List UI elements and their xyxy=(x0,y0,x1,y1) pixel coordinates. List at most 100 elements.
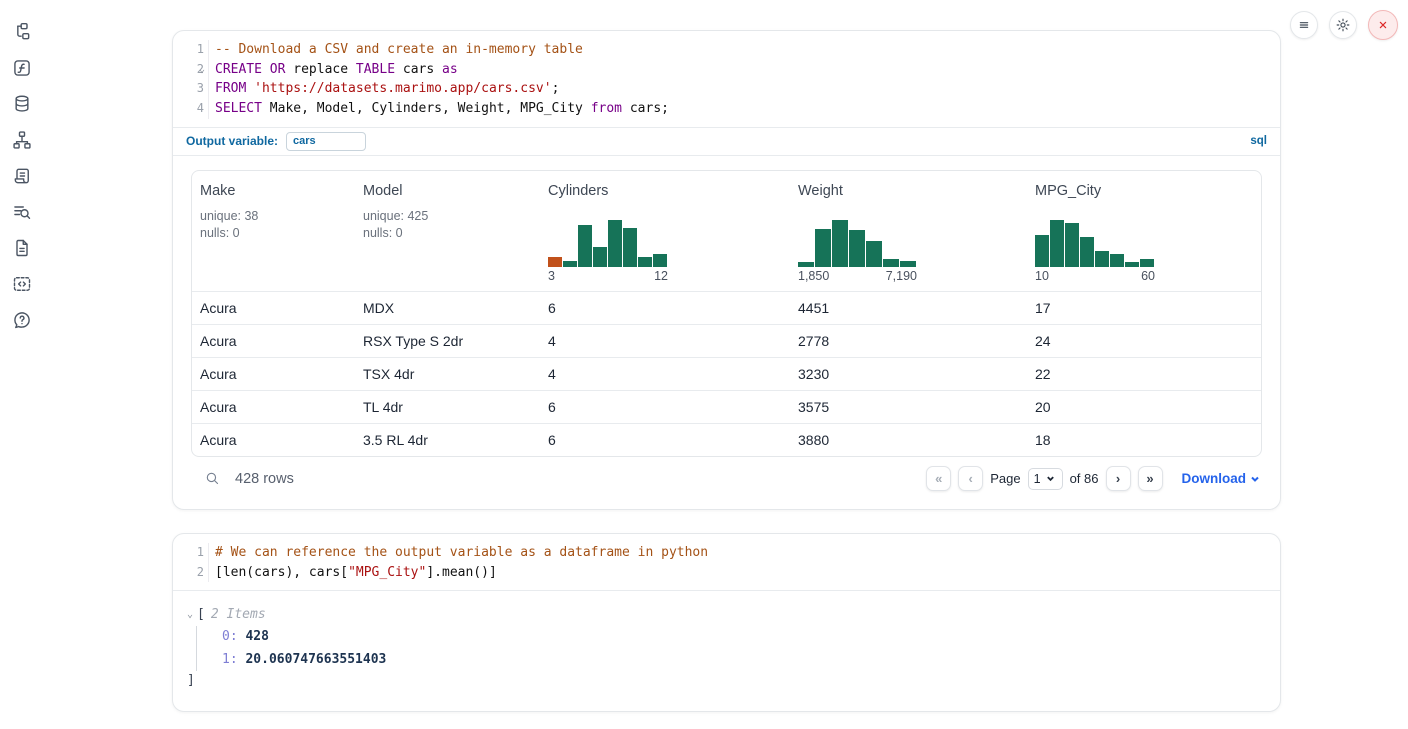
code-line: 1 # We can reference the output variable … xyxy=(173,543,1280,563)
help-icon[interactable] xyxy=(12,310,32,330)
shutdown-icon[interactable] xyxy=(1368,10,1398,40)
snippets-icon[interactable] xyxy=(12,274,32,294)
code-token: "MPG_City" xyxy=(348,565,426,580)
table-row[interactable]: AcuraTSX 4dr4323022 xyxy=(192,357,1261,390)
column-histogram: 312 xyxy=(548,220,782,283)
table-row[interactable]: AcuraTL 4dr6357520 xyxy=(192,390,1261,423)
sql-output: Makeunique: 38nulls: 0 Model unique: 425nu… xyxy=(173,156,1280,499)
code-token: cars xyxy=(395,62,442,77)
axis-max-label: 60 xyxy=(1141,269,1155,283)
histogram-bar xyxy=(798,262,814,267)
file-tree-icon[interactable] xyxy=(12,22,32,42)
column-stats: unique: 425nulls: 0 xyxy=(363,208,532,242)
histogram-bar xyxy=(593,247,607,267)
sql-code-editor[interactable]: 1 -- Download a CSV and create an in-memo… xyxy=(173,31,1280,127)
prev-page-button[interactable]: ‹ xyxy=(958,466,983,491)
search-icon[interactable] xyxy=(199,466,225,492)
first-page-button[interactable]: « xyxy=(926,466,951,491)
documentation-icon[interactable] xyxy=(12,238,32,258)
line-number: 3 xyxy=(173,79,209,99)
line-number: 2 xyxy=(173,563,209,583)
table-cell: 6 xyxy=(540,391,790,423)
column-header-Cylinders[interactable]: Cylinders 312 xyxy=(540,171,790,291)
table-row[interactable]: Acura3.5 RL 4dr6388018 xyxy=(192,423,1261,456)
histogram-axis-labels: 1,8507,190 xyxy=(798,269,917,283)
code-text: FROM 'https://datasets.marimo.app/cars.c… xyxy=(209,79,559,99)
code-token: FROM xyxy=(215,81,246,96)
sql-cell: 1 -- Download a CSV and create an in-memo… xyxy=(172,30,1281,510)
histogram-bars xyxy=(548,220,782,267)
database-icon[interactable] xyxy=(12,94,32,114)
table-footer: 428 rows « ‹ Page 1 of 86 › » Download xyxy=(191,459,1262,499)
table-cell: 18 xyxy=(1027,424,1261,456)
table-cell: 6 xyxy=(540,292,790,324)
table-cell: 2778 xyxy=(790,325,1027,357)
column-header-Weight[interactable]: Weight 1,8507,190 xyxy=(790,171,1027,291)
page-select-value: 1 xyxy=(1034,472,1041,486)
scratchpad-icon[interactable] xyxy=(12,166,32,186)
code-token xyxy=(246,81,254,96)
code-token: cars; xyxy=(622,101,669,116)
code-line: 2 [len(cars), cars["MPG_City"].mean()] xyxy=(173,563,1280,583)
line-number: 2⌄ xyxy=(173,60,209,80)
histogram-bar xyxy=(1065,223,1079,267)
column-header-Model[interactable]: Model unique: 425nulls: 0 xyxy=(355,171,540,291)
column-name: Weight xyxy=(798,183,1019,199)
download-button[interactable]: Download xyxy=(1182,471,1261,486)
table-cell: Acura xyxy=(192,424,355,456)
code-text: CREATE OR replace TABLE cars as xyxy=(209,60,458,80)
settings-icon[interactable] xyxy=(1329,11,1357,39)
python-output-tree: ⌄ [ 2 Items 0: 4281: 20.060747663551403 … xyxy=(173,591,1280,691)
page-label: Page xyxy=(990,471,1020,486)
collapse-chevron-icon[interactable]: ⌄ xyxy=(187,604,193,626)
code-text: # We can reference the output variable a… xyxy=(209,543,708,563)
sidebar xyxy=(0,0,44,729)
menu-icon[interactable] xyxy=(1290,11,1318,39)
histogram-bar xyxy=(866,241,882,267)
code-token: -- Download a CSV and create an in-memor… xyxy=(215,42,583,57)
code-token: replace xyxy=(285,62,355,77)
language-badge[interactable]: sql xyxy=(1250,135,1267,147)
python-code-editor[interactable]: 1 # We can reference the output variable … xyxy=(173,534,1280,590)
axis-min-label: 1,850 xyxy=(798,269,829,283)
table-cell: 24 xyxy=(1027,325,1261,357)
column-histogram: 1,8507,190 xyxy=(798,220,1019,283)
code-token: ].mean()] xyxy=(426,565,496,580)
column-header-Make[interactable]: Makeunique: 38nulls: 0 xyxy=(192,171,355,291)
line-number: 1 xyxy=(173,543,209,563)
output-variable-input[interactable] xyxy=(286,132,366,151)
table-cell: 4 xyxy=(540,358,790,390)
dependency-graph-icon[interactable] xyxy=(12,130,32,150)
next-page-button[interactable]: › xyxy=(1106,466,1131,491)
open-bracket: [ xyxy=(197,604,205,626)
stat-line: unique: 425 xyxy=(363,208,532,225)
code-line: 4SELECT Make, Model, Cylinders, Weight, … xyxy=(173,99,1280,119)
code-token: [len(cars), cars[ xyxy=(215,565,348,580)
last-page-button[interactable]: » xyxy=(1138,466,1163,491)
code-token: # We can reference the output variable a… xyxy=(215,545,708,560)
histogram-bar xyxy=(653,254,667,267)
table-row[interactable]: AcuraMDX6445117 xyxy=(192,291,1261,324)
column-name: Model xyxy=(363,183,532,199)
code-token: Make, Model, Cylinders, Weight, MPG_City xyxy=(262,101,591,116)
code-token: 'https://datasets.marimo.app/cars.csv' xyxy=(254,81,551,96)
page-select[interactable]: 1 xyxy=(1028,468,1063,490)
histogram-bar xyxy=(608,220,622,267)
histogram-bar xyxy=(623,228,637,267)
histogram-bars xyxy=(1035,220,1253,267)
line-number-text: 1 xyxy=(190,40,204,60)
column-name: Cylinders xyxy=(548,183,782,199)
fold-chevron-icon[interactable]: ⌄ xyxy=(199,60,205,80)
axis-min-label: 10 xyxy=(1035,269,1049,283)
histogram-axis-labels: 312 xyxy=(548,269,668,283)
table-row[interactable]: AcuraRSX Type S 2dr4277824 xyxy=(192,324,1261,357)
axis-max-label: 12 xyxy=(654,269,668,283)
column-header-MPG_City[interactable]: MPG_City1060 xyxy=(1027,171,1261,291)
table-cell: Acura xyxy=(192,391,355,423)
table-cell: 3575 xyxy=(790,391,1027,423)
logs-icon[interactable] xyxy=(12,202,32,222)
function-icon[interactable] xyxy=(12,58,32,78)
line-number: 4 xyxy=(173,99,209,119)
code-line: 2⌄CREATE OR replace TABLE cars as xyxy=(173,60,1280,80)
histogram-bar xyxy=(1125,262,1139,267)
